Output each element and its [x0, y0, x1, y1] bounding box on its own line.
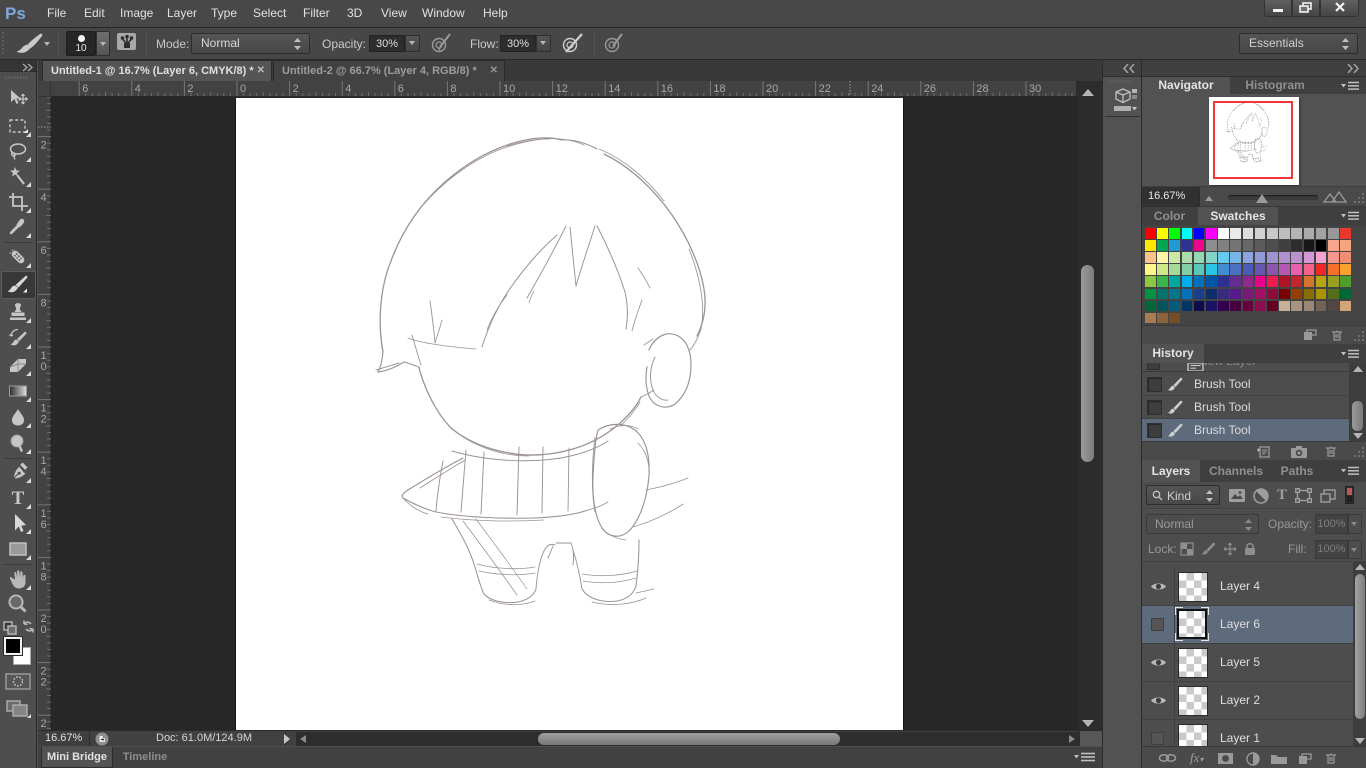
svg-text:2: 2 — [41, 677, 47, 689]
svg-text:0: 0 — [240, 83, 246, 95]
svg-text:2: 2 — [41, 140, 47, 152]
svg-text:2: 2 — [293, 83, 299, 95]
svg-text:8: 8 — [450, 83, 456, 95]
svg-text:0: 0 — [41, 361, 47, 373]
svg-text:8: 8 — [41, 297, 47, 309]
svg-text:4: 4 — [41, 192, 47, 204]
svg-text:4: 4 — [345, 83, 351, 95]
svg-text:4: 4 — [135, 83, 141, 95]
svg-text:4: 4 — [41, 466, 47, 478]
svg-text:6: 6 — [41, 519, 47, 531]
svg-text:6: 6 — [398, 83, 404, 95]
svg-text:2: 2 — [41, 414, 47, 426]
svg-text:2: 2 — [187, 83, 193, 95]
svg-text:6: 6 — [82, 83, 88, 95]
svg-text:8: 8 — [41, 571, 47, 583]
svg-text:0: 0 — [41, 624, 47, 636]
svg-text:6: 6 — [41, 245, 47, 257]
